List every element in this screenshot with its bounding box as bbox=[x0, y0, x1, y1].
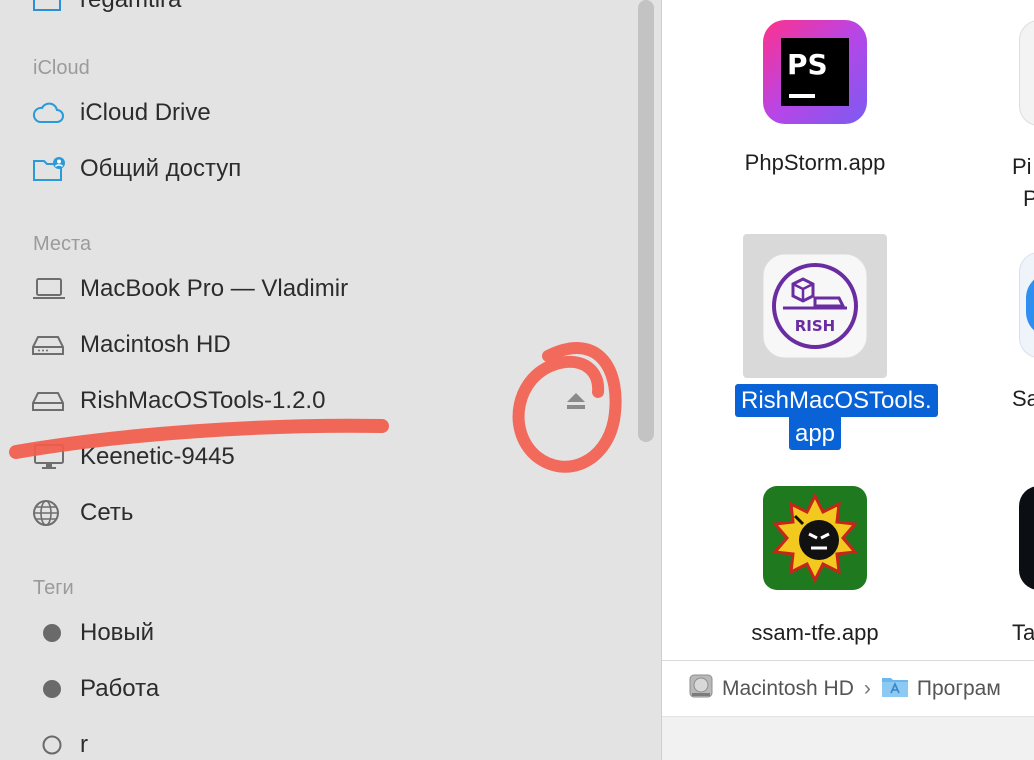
finder-sidebar: regamtira iCloud iCloud Drive Общий дост… bbox=[0, 0, 662, 760]
partial-label-2: P bbox=[1023, 186, 1034, 211]
sidebar-section-places: Места bbox=[33, 233, 92, 255]
path-item-macintosh-hd[interactable]: Macintosh HD bbox=[688, 673, 854, 705]
sidebar-item-label: MacBook Pro — Vladimir bbox=[80, 275, 349, 302]
sidebar-item-macintosh-hd[interactable]: Macintosh HD bbox=[32, 323, 622, 367]
tag-dot-filled-icon bbox=[32, 618, 66, 648]
path-bar: Macintosh HD › Програм bbox=[662, 660, 1034, 717]
sidebar-item-label: Keenetic-9445 bbox=[80, 443, 235, 470]
sidebar-item-label: r bbox=[80, 731, 88, 758]
partial-label-4: Ta bbox=[1012, 620, 1034, 645]
eject-icon bbox=[565, 393, 587, 416]
path-item-label: Macintosh HD bbox=[722, 677, 854, 700]
partial-app-icon bbox=[1019, 486, 1034, 590]
app-label-selected: RishMacOSTools. app bbox=[735, 384, 938, 450]
sidebar-item-macbook[interactable]: MacBook Pro — Vladimir bbox=[32, 267, 622, 311]
app-item-phpstorm[interactable]: PS PhpStorm.app bbox=[735, 20, 895, 176]
sidebar-item-keenetic[interactable]: Keenetic-9445 bbox=[32, 435, 622, 479]
app-item-partial-1[interactable]: Pi P bbox=[1012, 20, 1034, 220]
phpstorm-app-icon: PS bbox=[763, 20, 867, 124]
sidebar-item-icloud-drive[interactable]: iCloud Drive bbox=[32, 91, 622, 135]
cloud-icon bbox=[32, 98, 66, 128]
applications-folder-icon bbox=[881, 674, 909, 704]
rish-app-icon: RISH bbox=[762, 253, 868, 359]
sidebar-item-label: RishMacOSTools-1.2.0 bbox=[80, 387, 326, 414]
app-item-partial-2[interactable]: Sa bbox=[1012, 252, 1034, 422]
sidebar-item-top-partial[interactable]: regamtira bbox=[32, 0, 622, 22]
sidebar-section-icloud: iCloud bbox=[33, 57, 90, 79]
sidebar-item-network[interactable]: Сеть bbox=[32, 491, 622, 535]
partial-app-icon bbox=[1019, 20, 1034, 126]
globe-icon bbox=[32, 498, 66, 528]
internal-drive-icon bbox=[32, 330, 66, 360]
sidebar-item-shared[interactable]: Общий доступ bbox=[32, 147, 622, 191]
app-item-ssam-tfe[interactable]: ssam-tfe.app bbox=[735, 486, 895, 646]
selected-label-line1: RishMacOSTools. bbox=[735, 384, 938, 417]
app-label: ssam-tfe.app bbox=[751, 620, 879, 645]
rish-icon-text: RISH bbox=[795, 317, 836, 335]
sidebar-item-tag-work[interactable]: Работа bbox=[32, 667, 622, 711]
ssam-app-icon bbox=[763, 486, 867, 590]
sidebar-item-label: Новый bbox=[80, 619, 155, 646]
display-icon bbox=[32, 442, 66, 472]
partial-label-3: Sa bbox=[1012, 386, 1034, 411]
sidebar-item-label: Работа bbox=[80, 675, 160, 702]
selected-label-line2: app bbox=[788, 417, 842, 450]
sidebar-item-tag-r[interactable]: r bbox=[32, 723, 622, 760]
partial-label-1: Pi bbox=[1012, 154, 1032, 179]
laptop-icon bbox=[32, 274, 66, 304]
sidebar-item-rishmacostools-volume[interactable]: RishMacOSTools-1.2.0 bbox=[32, 379, 622, 423]
path-separator: › bbox=[863, 677, 871, 700]
sidebar-item-label: Общий доступ bbox=[80, 155, 242, 182]
partial-app-icon bbox=[1019, 252, 1034, 358]
shared-folder-icon bbox=[32, 154, 66, 184]
sidebar-item-label: Macintosh HD bbox=[80, 331, 231, 358]
tag-dot-empty-icon bbox=[32, 730, 66, 760]
app-label: PhpStorm.app bbox=[744, 150, 886, 175]
path-item-label: Програм bbox=[916, 677, 1001, 700]
tag-dot-filled-icon bbox=[32, 674, 66, 704]
phpstorm-icon-text: PS bbox=[787, 48, 828, 81]
path-item-applications[interactable]: Програм bbox=[881, 674, 1001, 704]
app-item-partial-3[interactable]: Ta bbox=[1012, 486, 1034, 656]
file-icon-view: PS PhpStorm.app RISH RishMacOSTools. app… bbox=[662, 0, 1034, 760]
internal-drive-icon bbox=[688, 673, 714, 705]
sidebar-item-tag-new[interactable]: Новый bbox=[32, 611, 622, 655]
sidebar-item-label: Сеть bbox=[80, 499, 134, 526]
sidebar-section-tags: Теги bbox=[33, 577, 74, 599]
selected-icon-highlight: RISH bbox=[743, 234, 887, 378]
external-drive-icon bbox=[32, 386, 66, 416]
folder-icon bbox=[32, 0, 66, 15]
app-item-rishmacostools[interactable]: RISH RishMacOSTools. app bbox=[735, 234, 938, 450]
status-bar bbox=[662, 716, 1034, 760]
eject-button[interactable] bbox=[565, 390, 587, 412]
sidebar-item-label: iCloud Drive bbox=[80, 99, 211, 126]
sidebar-scrollbar[interactable] bbox=[638, 0, 654, 442]
sidebar-item-label: regamtira bbox=[80, 0, 181, 14]
